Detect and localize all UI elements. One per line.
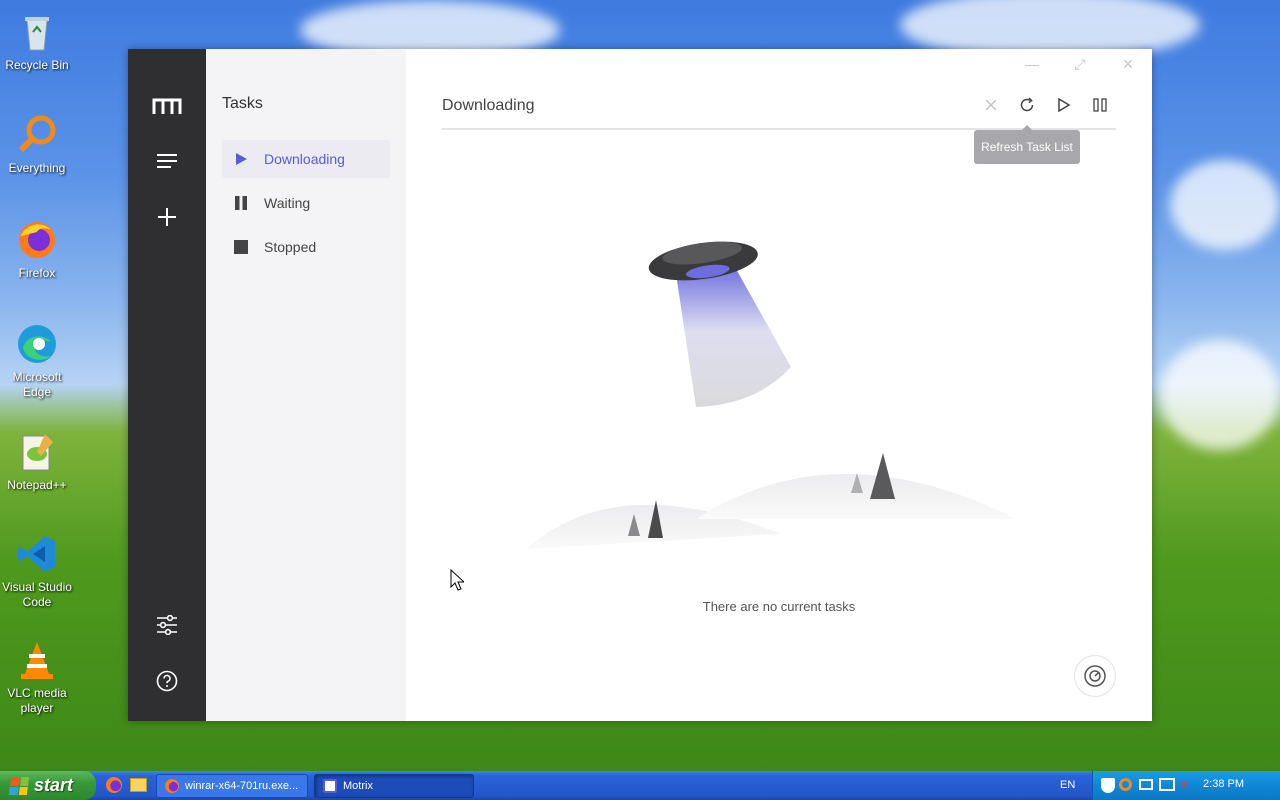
add-task-icon[interactable]: [150, 200, 184, 234]
desktop-icon-label: Recycle Bin: [5, 58, 69, 72]
empty-state-message: There are no current tasks: [702, 599, 856, 614]
pause-outline-icon: [1093, 98, 1107, 112]
cloud: [1170, 160, 1280, 250]
refresh-tooltip: Refresh Task List: [974, 125, 1080, 164]
pause-all-button[interactable]: [1088, 93, 1112, 117]
vlc-cone-icon: [15, 638, 59, 682]
speedometer-icon: [1084, 665, 1106, 687]
desktop-icon-label: VLC media player: [7, 686, 67, 715]
desktop-icon-edge[interactable]: Microsoft Edge: [0, 322, 74, 400]
sidebar-item-label: Waiting: [264, 195, 311, 211]
delete-task-button[interactable]: [979, 93, 1003, 117]
stop-icon: [234, 240, 252, 254]
vscode-icon: [15, 532, 59, 576]
ufo-empty-illustration: [526, 241, 1016, 549]
desktop-icon-label: Microsoft Edge: [12, 370, 62, 399]
desktop-icon-vlc[interactable]: VLC media player: [0, 638, 74, 716]
display-tray-icon[interactable]: [1139, 779, 1153, 790]
search-tray-icon[interactable]: [1119, 778, 1132, 791]
desktop-icon-recycle-bin[interactable]: Recycle Bin: [0, 10, 74, 73]
preferences-icon[interactable]: [150, 608, 184, 642]
menu-icon[interactable]: [150, 144, 184, 178]
play-icon: [234, 152, 252, 166]
clock[interactable]: 2:38 PM: [1203, 778, 1244, 790]
close-icon: [985, 99, 997, 111]
firefox-icon: [15, 218, 59, 262]
sidebar-item-label: Stopped: [264, 239, 317, 255]
taskbar-item-label: winrar-x64-701ru.exe...: [185, 780, 299, 792]
sidebar-title: Tasks: [222, 95, 263, 112]
close-window-button[interactable]: ✕: [1116, 55, 1140, 73]
desktop-icon-notepadpp[interactable]: Notepad++: [0, 430, 74, 493]
nav-rail: [128, 49, 206, 721]
windows-logo-icon: [8, 776, 30, 795]
desktop-icon-label: Firefox: [18, 266, 56, 280]
refresh-task-list-button[interactable]: [1015, 93, 1039, 117]
sidebar-item-label: Downloading: [264, 151, 345, 167]
sidebar-item-downloading[interactable]: Downloading: [222, 140, 390, 178]
desktop-icon-firefox[interactable]: Firefox: [0, 218, 74, 281]
page-title: Downloading: [442, 97, 535, 114]
taskbar: start winrar-x64-701ru.exe... Motrix EN …: [0, 771, 1280, 800]
quicklaunch-firefox-icon[interactable]: [106, 777, 122, 793]
play-outline-icon: [1058, 98, 1071, 112]
firefox-icon: [165, 779, 179, 793]
network-tray-icon[interactable]: [1159, 778, 1175, 791]
speedometer-button[interactable]: [1074, 655, 1116, 697]
minimize-button[interactable]: —: [1020, 55, 1044, 73]
sidebar-item-stopped[interactable]: Stopped: [222, 228, 390, 266]
taskbar-item-label: Motrix: [343, 780, 373, 792]
maximize-button[interactable]: ⤢: [1068, 55, 1092, 73]
cloud: [1160, 340, 1280, 450]
pause-icon: [234, 196, 252, 210]
desktop-icon-label: Everything: [8, 161, 66, 175]
desktop-icon-vscode[interactable]: Visual Studio Code: [0, 532, 74, 610]
taskbar-item-motrix[interactable]: Motrix: [314, 774, 474, 798]
desktop-icon-everything[interactable]: Everything: [0, 113, 74, 176]
refresh-icon: [1020, 97, 1034, 112]
desktop-icon-label: Notepad++: [7, 478, 67, 492]
motrix-logo-icon[interactable]: [150, 89, 184, 123]
system-tray: ✕ 2:38 PM: [1092, 771, 1280, 800]
security-shield-icon[interactable]: [1101, 778, 1115, 793]
start-label: start: [34, 775, 74, 795]
motrix-window: Tasks Downloading Waiting Stopped — ⤢ ✕ …: [128, 49, 1152, 721]
edge-icon: [15, 322, 59, 366]
notepadpp-icon: [15, 430, 59, 474]
recycle-bin-icon: [15, 10, 59, 54]
start-button[interactable]: start: [0, 771, 96, 800]
help-icon[interactable]: [150, 664, 184, 698]
sidebar-item-waiting[interactable]: Waiting: [222, 184, 390, 222]
desktop-icon-label: Visual Studio Code: [2, 580, 72, 609]
volume-muted-icon[interactable]: ✕: [1179, 778, 1193, 792]
motrix-app-icon: [323, 779, 337, 793]
task-list-panel: — ⤢ ✕ Downloading Refresh Task List Ther…: [406, 49, 1152, 721]
language-indicator[interactable]: EN: [1060, 779, 1075, 791]
everything-search-icon: [15, 113, 59, 157]
taskbar-item-winrar[interactable]: winrar-x64-701ru.exe...: [156, 774, 308, 798]
quicklaunch-explorer-icon[interactable]: [130, 778, 147, 792]
mouse-cursor-icon: [450, 569, 464, 591]
resume-all-button[interactable]: [1052, 93, 1076, 117]
task-sidebar: Tasks Downloading Waiting Stopped: [206, 49, 406, 721]
